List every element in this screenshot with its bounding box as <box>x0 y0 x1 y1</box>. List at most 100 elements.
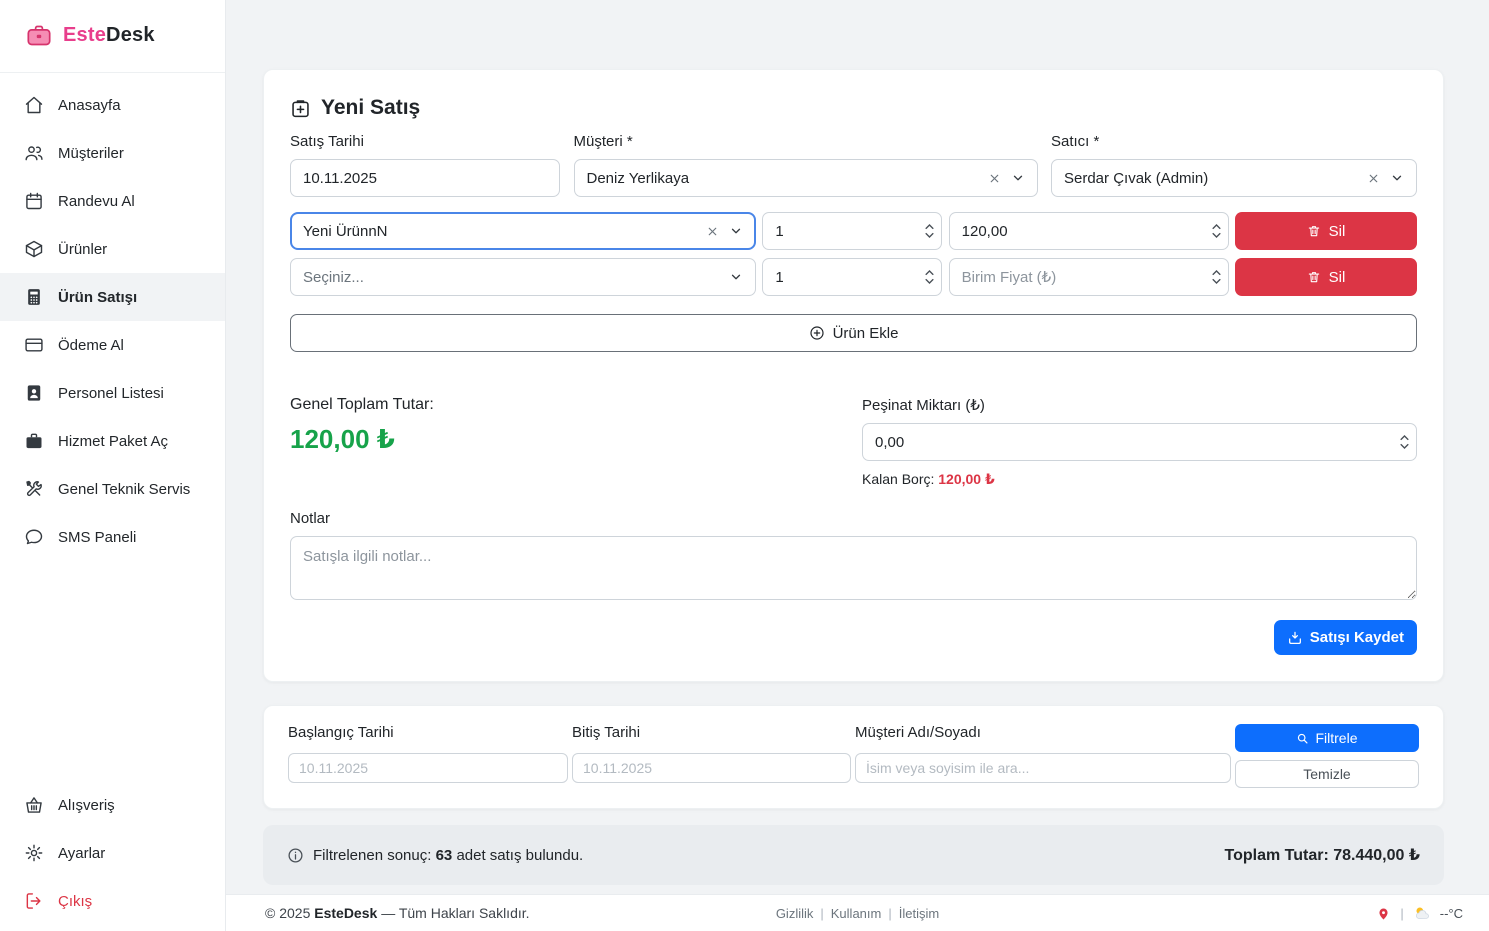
calculator-icon <box>24 287 44 307</box>
filter-card: Başlangıç Tarihi Bitiş Tarihi Müşteri Ad… <box>263 705 1444 809</box>
remaining-debt: Kalan Borç: 120,00 ₺ <box>862 471 1417 488</box>
end-date-label: Bitiş Tarihi <box>572 724 851 741</box>
sidebar-item-anasayfa[interactable]: Anasayfa <box>0 81 225 129</box>
chevron-down-icon <box>925 233 934 239</box>
chevron-up-icon <box>925 224 934 230</box>
customer-select[interactable]: Deniz Yerlikaya <box>574 159 1038 197</box>
sidebar-item-cikis[interactable]: Çıkış <box>0 877 225 925</box>
seller-select-value: Serdar Çıvak (Admin) <box>1064 170 1357 187</box>
sidebar-item-ayarlar[interactable]: Ayarlar <box>0 829 225 877</box>
sidebar-item-musteriler[interactable]: Müşteriler <box>0 129 225 177</box>
clear-icon[interactable] <box>706 225 719 238</box>
sidebar-item-odeme-al[interactable]: Ödeme Al <box>0 321 225 369</box>
package-icon <box>24 239 44 259</box>
results-total: Toplam Tutar: 78.440,00 ₺ <box>1224 845 1420 865</box>
chevron-down-icon <box>1390 171 1404 185</box>
sidebar-item-label: Müşteriler <box>58 145 124 162</box>
quantity-input[interactable] <box>762 212 942 250</box>
sidebar-item-label: Çıkış <box>58 893 92 910</box>
delete-row-label: Sil <box>1329 269 1346 286</box>
briefcase-logo-icon <box>24 22 54 49</box>
trash-icon <box>1307 270 1321 284</box>
notes-textarea[interactable] <box>290 536 1417 600</box>
calendar-icon <box>24 191 44 211</box>
sidebar-item-label: Ürünler <box>58 241 107 258</box>
brand-logo[interactable]: EsteDesk <box>0 0 225 73</box>
unit-price-input[interactable] <box>949 258 1229 296</box>
remaining-debt-value: 120,00 ₺ <box>938 471 994 487</box>
new-sale-card: Yeni Satış Satış Tarihi Müşteri * Deniz … <box>263 69 1444 682</box>
sidebar-item-hizmet-paket-ac[interactable]: Hizmet Paket Aç <box>0 417 225 465</box>
add-product-button[interactable]: Ürün Ekle <box>290 314 1417 352</box>
save-sale-button[interactable]: Satışı Kaydet <box>1274 620 1417 655</box>
sidebar-item-randevu-al[interactable]: Randevu Al <box>0 177 225 225</box>
chevron-down-icon <box>729 224 743 238</box>
clear-icon[interactable] <box>988 172 1001 185</box>
add-product-label: Ürün Ekle <box>833 325 899 342</box>
product-select[interactable]: Seçiniz... <box>290 258 756 296</box>
sidebar-menu: Anasayfa Müşteriler Randevu Al Ürünler Ü… <box>0 73 225 561</box>
customer-name-label: Müşteri Adı/Soyadı <box>855 724 1231 741</box>
users-icon <box>24 143 44 163</box>
filter-button[interactable]: Filtrele <box>1235 724 1419 752</box>
chevron-down-icon <box>925 279 934 285</box>
id-badge-icon <box>24 383 44 403</box>
sidebar-item-urun-satisi[interactable]: Ürün Satışı <box>0 273 225 321</box>
grand-total-value: 120,00 ₺ <box>290 424 434 455</box>
location-pin-icon[interactable] <box>1376 906 1391 921</box>
brand-name-secondary: Desk <box>106 24 155 46</box>
end-date-input[interactable] <box>572 753 851 783</box>
info-icon <box>287 847 304 864</box>
chevron-down-icon <box>1212 233 1221 239</box>
deposit-section: Peşinat Miktarı (₺) Kalan Borç: 120,00 ₺ <box>862 396 1417 488</box>
product-row: Yeni ÜrünnN <box>290 212 1417 250</box>
seller-select[interactable]: Serdar Çıvak (Admin) <box>1051 159 1417 197</box>
sidebar-item-label: Genel Teknik Servis <box>58 481 190 498</box>
customer-name-input[interactable] <box>855 753 1231 783</box>
trash-icon <box>1307 224 1321 238</box>
save-sale-label: Satışı Kaydet <box>1310 629 1404 646</box>
quantity-input[interactable] <box>762 258 942 296</box>
unit-price-input[interactable] <box>949 212 1229 250</box>
quantity-stepper[interactable] <box>925 224 934 239</box>
sidebar-item-urunler[interactable]: Ürünler <box>0 225 225 273</box>
footer-link-kullanim[interactable]: Kullanım <box>831 906 882 921</box>
delete-row-label: Sil <box>1329 223 1346 240</box>
sidebar-item-label: Anasayfa <box>58 97 121 114</box>
footer-link-iletisim[interactable]: İletişim <box>899 906 939 921</box>
delete-row-button[interactable]: Sil <box>1235 212 1417 250</box>
weather-icon <box>1413 905 1431 921</box>
sidebar-item-genel-teknik-servis[interactable]: Genel Teknik Servis <box>0 465 225 513</box>
deposit-input[interactable] <box>862 423 1417 461</box>
results-summary: Filtrelenen sonuç: 63 adet satış bulundu… <box>287 847 583 864</box>
delete-row-button[interactable]: Sil <box>1235 258 1417 296</box>
footer-link-gizlilik[interactable]: Gizlilik <box>776 906 814 921</box>
results-total-value: 78.440,00 ₺ <box>1333 847 1420 864</box>
price-stepper[interactable] <box>1212 224 1221 239</box>
grand-total-label: Genel Toplam Tutar: <box>290 396 434 414</box>
sidebar-item-sms-paneli[interactable]: SMS Paneli <box>0 513 225 561</box>
brand-name-primary: Este <box>63 24 106 46</box>
deposit-label: Peşinat Miktarı (₺) <box>862 396 1417 414</box>
footer-status-separator: | <box>1400 906 1403 921</box>
clear-icon[interactable] <box>1367 172 1380 185</box>
sidebar-item-label: Ürün Satışı <box>58 289 137 306</box>
clear-filter-button[interactable]: Temizle <box>1235 760 1419 788</box>
credit-card-icon <box>24 335 44 355</box>
product-select[interactable]: Yeni ÜrünnN <box>290 212 756 250</box>
start-date-label: Başlangıç Tarihi <box>288 724 568 741</box>
quantity-stepper[interactable] <box>925 270 934 285</box>
sidebar-menu-bottom: Alışveriş Ayarlar Çıkış <box>0 773 225 931</box>
start-date-input[interactable] <box>288 753 568 783</box>
main-content: Yeni Satış Satış Tarihi Müşteri * Deniz … <box>226 0 1489 885</box>
customer-label: Müşteri * <box>574 133 1038 150</box>
sidebar-item-personel-listesi[interactable]: Personel Listesi <box>0 369 225 417</box>
new-sale-title: Yeni Satış <box>290 96 1417 120</box>
sale-date-input[interactable] <box>290 159 560 197</box>
sidebar-item-label: Personel Listesi <box>58 385 164 402</box>
price-stepper[interactable] <box>1212 270 1221 285</box>
sidebar-item-alisveris[interactable]: Alışveriş <box>0 781 225 829</box>
results-count: 63 <box>436 847 453 864</box>
deposit-stepper[interactable] <box>1400 435 1409 450</box>
add-box-icon <box>290 98 311 119</box>
